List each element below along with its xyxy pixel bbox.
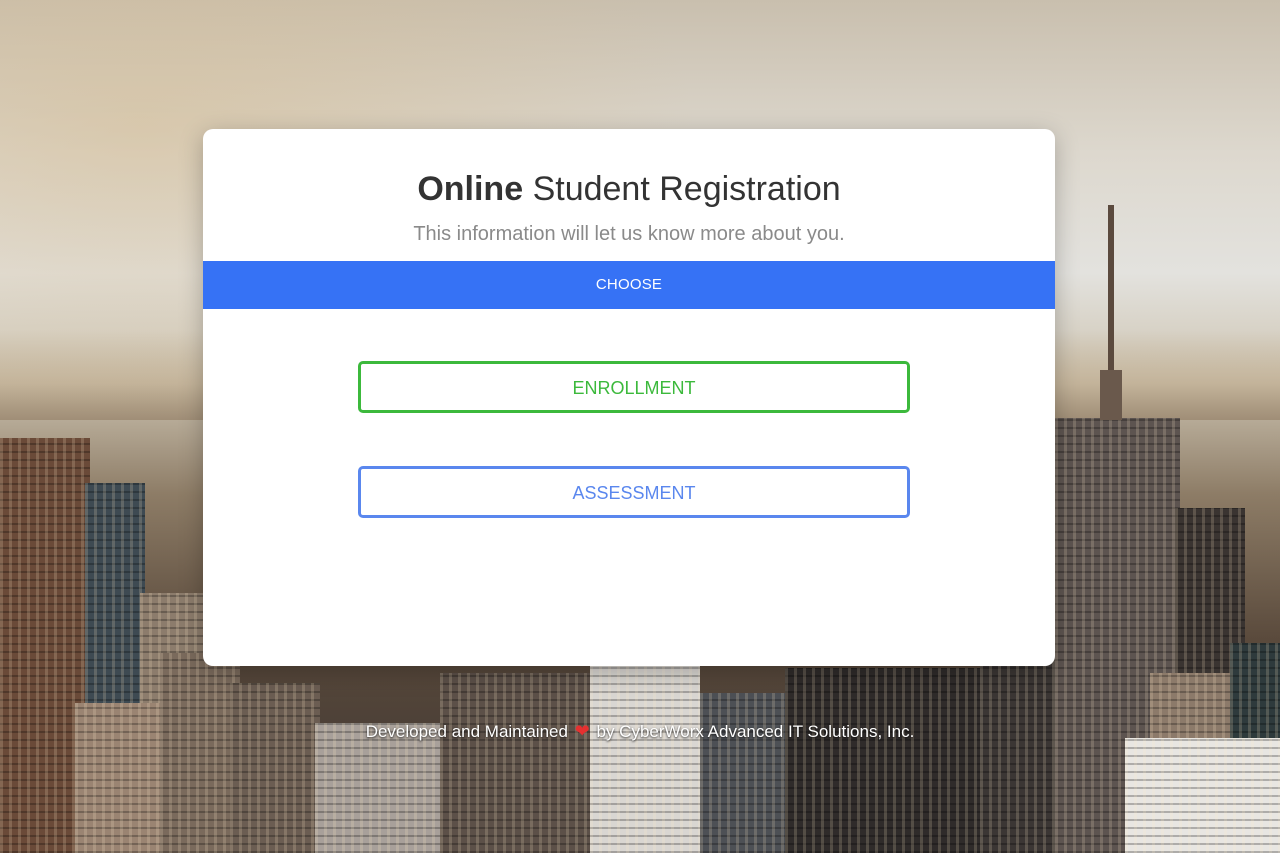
building	[700, 693, 790, 853]
page-subtitle: This information will let us know more a…	[413, 223, 845, 245]
tab-bar: CHOOSE	[203, 261, 1055, 309]
building	[160, 653, 240, 853]
footer-text-after: by CyberWorx Advanced IT Solutions, Inc.	[591, 722, 915, 741]
heart-icon: ❤	[574, 721, 590, 741]
antenna-spire	[1100, 370, 1122, 420]
title-rest: Student Registration	[523, 170, 841, 208]
building	[590, 663, 700, 853]
building	[230, 683, 320, 853]
tab-choose[interactable]: CHOOSE	[203, 261, 1055, 309]
enrollment-button[interactable]: ENROLLMENT	[358, 361, 910, 413]
building	[1125, 738, 1280, 853]
footer-text-before: Developed and Maintained	[365, 722, 573, 741]
title-strong: Online	[417, 170, 524, 208]
registration-card: Online Student Registration This informa…	[203, 129, 1055, 666]
building	[440, 673, 590, 853]
footer-credit: Developed and Maintained ❤ by CyberWorx …	[0, 720, 1280, 743]
page-title: Online Student Registration	[203, 169, 1055, 209]
assessment-button[interactable]: ASSESSMENT	[358, 466, 910, 518]
building	[785, 668, 985, 853]
